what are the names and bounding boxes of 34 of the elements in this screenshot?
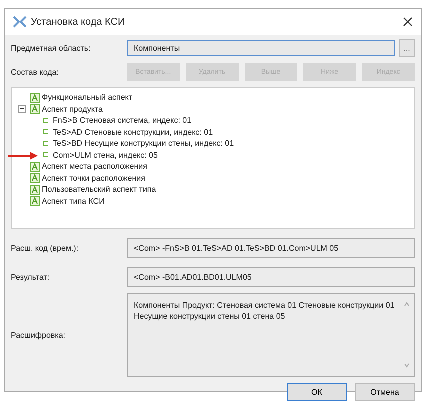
close-icon[interactable]: [403, 17, 413, 27]
code-field[interactable]: <Com> -B01.AD01.BD01.ULM05: [127, 267, 415, 287]
field-label: Предметная область:: [11, 44, 92, 52]
aspect-icon: [30, 104, 40, 114]
aspect-icon: [30, 184, 40, 195]
scrollbar-icon[interactable]: [404, 300, 410, 370]
aspect-icon: [30, 92, 40, 103]
ok-button[interactable]: ОК: [287, 383, 347, 401]
field-label: Расшифровка:: [11, 330, 66, 340]
tree-item[interactable]: Функциональный аспект: [42, 93, 133, 102]
tree-item[interactable]: Com>ULM стена, индекс: 05: [53, 150, 158, 160]
tree-item[interactable]: TeS>AD Стеновые конструкции, индекс: 01: [53, 128, 214, 137]
app-icon: [13, 16, 27, 28]
field-label: Состав кода:: [11, 68, 60, 76]
decoding-text: Компоненты Продукт: Стеновая система 01 Стеновые конструкции 01 Несущие конструкции стены 01 стена 05: [134, 300, 396, 322]
subject-field[interactable]: Компоненты: [127, 40, 395, 56]
decoding-textarea[interactable]: Компоненты Продукт: Стеновая система 01 Стеновые конструкции 01 Несущие конструкции стены 01 стена 05: [127, 293, 415, 377]
tree-item[interactable]: TeS>BD Несущие конструкции стены, индекс: 01: [53, 139, 234, 148]
tree-item[interactable]: Аспект точки расположения: [42, 174, 146, 183]
window-title: Установка кода КСИ: [31, 16, 126, 28]
tree-item[interactable]: Пользовательский аспект типа: [42, 185, 156, 194]
collapse-icon[interactable]: [18, 105, 26, 114]
tree-item[interactable]: Аспект места расположения: [42, 162, 148, 172]
aspect-icon: [30, 196, 40, 206]
code-field[interactable]: <Com> -FnS>B 01.TeS>AD 01.TeS>BD 01.Com>ULM 05: [127, 238, 415, 258]
tree-item[interactable]: Аспект типа КСИ: [42, 196, 105, 206]
tree-item[interactable]: Аспект продукта: [42, 104, 103, 114]
aspect-icon: [30, 162, 40, 172]
field-label: Результат:: [11, 272, 51, 282]
browse-button[interactable]: ...: [399, 39, 415, 57]
field-label: Расш. код (врем.):: [11, 244, 80, 252]
tree-item[interactable]: FnS>B Стеновая система, индекс: 01: [53, 116, 192, 126]
aspect-icon: [30, 173, 40, 184]
cancel-button[interactable]: Отмена: [355, 383, 415, 401]
